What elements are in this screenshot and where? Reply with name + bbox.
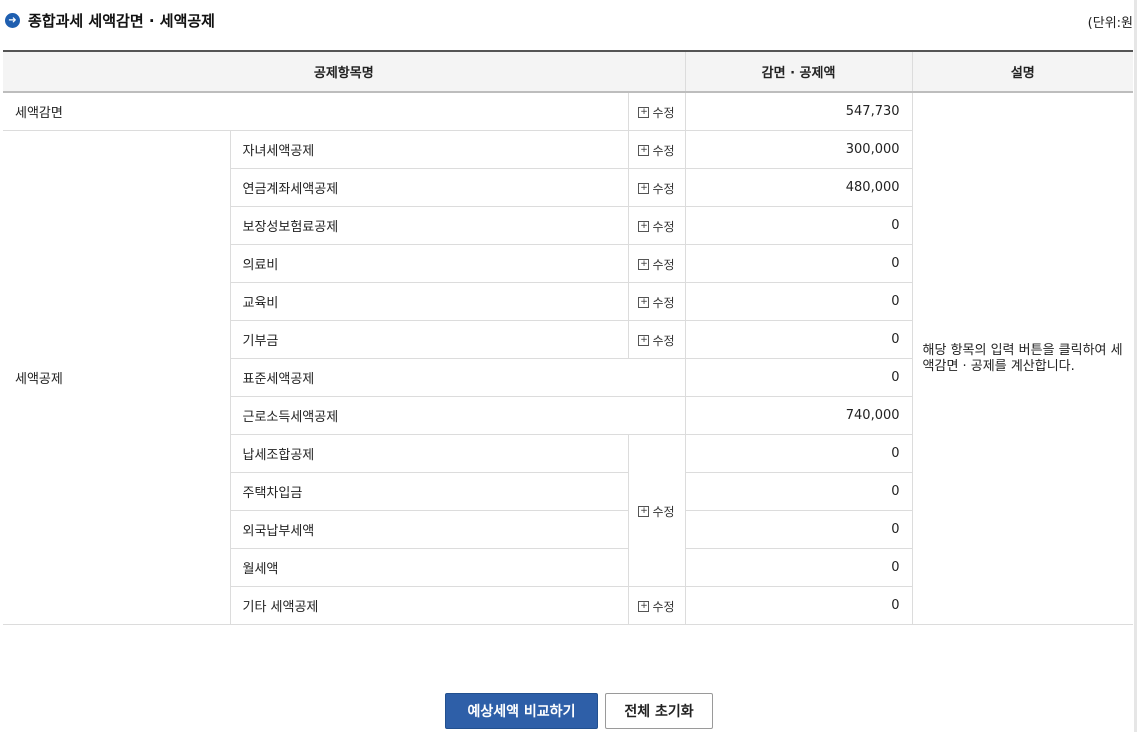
amount-cell: 0 [684, 358, 913, 397]
row-label: 외국납부세액 [230, 510, 629, 549]
edit-button-medical[interactable]: + 수정 [638, 256, 675, 273]
amount-cell: 0 [684, 434, 913, 473]
edit-button-other[interactable]: + 수정 [638, 598, 675, 615]
plus-box-icon: + [638, 296, 650, 308]
row-label: 보장성보험료공제 [230, 206, 629, 245]
description-cell: 해당 항목의 입력 버튼을 클릭하여 세액감면 · 공제를 계산합니다. [911, 91, 1134, 625]
row-label: 기타 세액공제 [230, 586, 629, 625]
row-label: 근로소득세액공제 [230, 396, 686, 435]
table-row: 세액감면 + 수정 547,730 해당 항목의 입력 버튼을 클릭하여 세액감면… [3, 91, 1134, 625]
amount-cell: 0 [684, 586, 913, 625]
reset-all-button[interactable]: 전체 초기화 [605, 693, 713, 729]
amount-cell: 0 [684, 510, 913, 549]
row-label: 연금계좌세액공제 [230, 168, 629, 207]
column-header-description: 설명 [911, 50, 1134, 93]
tax-credit-table: 공제항목명 감면 · 공제액 설명 세액감면 + 수정 547,730 해당 항목… [3, 50, 1134, 625]
plus-box-icon: + [638, 505, 650, 517]
plus-box-icon: + [638, 144, 650, 156]
row-label: 월세액 [230, 548, 629, 587]
amount-cell: 547,730 [684, 91, 913, 131]
plus-box-icon: + [638, 182, 650, 194]
amount-cell: 0 [684, 472, 913, 511]
amount-cell: 0 [684, 548, 913, 587]
column-header-amount: 감면 · 공제액 [684, 50, 913, 93]
plus-box-icon: + [638, 258, 650, 270]
row-label: 자녀세액공제 [229, 130, 629, 169]
edit-button-donation[interactable]: + 수정 [638, 332, 675, 349]
compare-tax-button[interactable]: 예상세액 비교하기 [445, 693, 598, 729]
row-label: 납세조합공제 [230, 434, 629, 473]
table-header-row: 공제항목명 감면 · 공제액 설명 [3, 50, 1134, 93]
unit-label: (단위:원 [1087, 16, 1133, 31]
amount-cell: 0 [684, 244, 913, 283]
page-title: 종합과세 세액감면 · 세액공제 [28, 12, 215, 30]
amount-cell: 300,000 [684, 130, 913, 169]
plus-box-icon: + [638, 334, 650, 346]
edit-button-education[interactable]: + 수정 [638, 294, 675, 311]
row-label: 주택차입금 [230, 472, 629, 511]
edit-button-insurance[interactable]: + 수정 [638, 218, 675, 235]
amount-cell: 0 [684, 206, 913, 245]
amount-cell: 0 [684, 320, 913, 359]
section-header: ➜ 종합과세 세액감면 · 세액공제 (단위:원 [0, 0, 1137, 44]
row-label-reduction: 세액감면 [3, 91, 629, 131]
edit-button-child[interactable]: + 수정 [638, 142, 675, 159]
row-label: 기부금 [230, 320, 629, 359]
plus-box-icon: + [638, 600, 650, 612]
row-label: 교육비 [230, 282, 629, 321]
amount-cell: 740,000 [684, 396, 913, 435]
row-label: 표준세액공제 [230, 358, 686, 397]
row-group-label-deduction: 세액공제 [3, 130, 231, 625]
row-label: 의료비 [230, 244, 629, 283]
edit-button-pension[interactable]: + 수정 [638, 180, 675, 197]
edit-button-group[interactable]: + 수정 [638, 503, 675, 520]
column-header-item: 공제항목명 [3, 50, 686, 93]
action-bar: 예상세액 비교하기 전체 초기화 [0, 693, 1137, 729]
amount-cell: 0 [684, 282, 913, 321]
plus-box-icon: + [638, 220, 650, 232]
plus-box-icon: + [638, 106, 650, 118]
amount-cell: 480,000 [684, 168, 913, 207]
arrow-circle-icon: ➜ [5, 13, 20, 28]
edit-button-reduction[interactable]: + 수정 [638, 104, 675, 121]
